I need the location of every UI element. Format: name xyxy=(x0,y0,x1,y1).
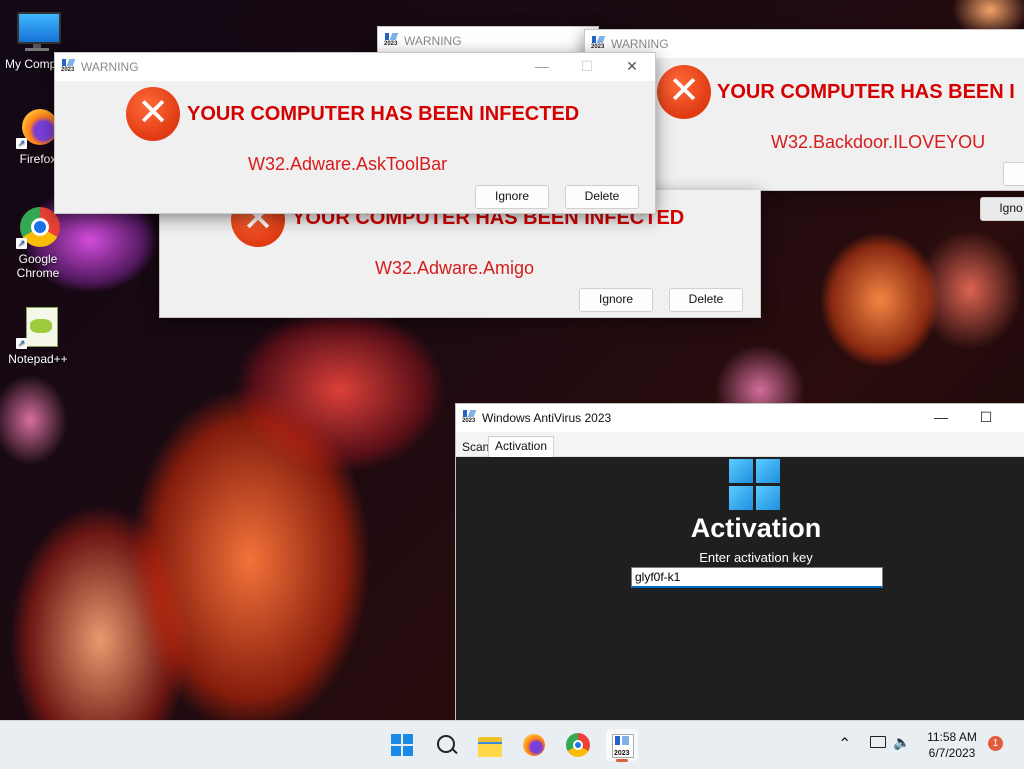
firefox-icon[interactable] xyxy=(518,729,550,761)
shortcut-arrow-icon: ↗ xyxy=(16,138,27,149)
notepadpp-icon: ↗ xyxy=(16,305,60,349)
antivirus-2023-icon: 2023 xyxy=(591,36,606,51)
activation-heading: Activation xyxy=(690,513,822,543)
warning-dialog-1[interactable]: 2023 WARNING — ☐ ✕ ✕ YOUR COMPUTER HAS B… xyxy=(54,52,656,214)
start-icon[interactable] xyxy=(386,729,418,761)
tab-activation[interactable]: Activation xyxy=(488,436,555,457)
maximize-button[interactable]: ☐ xyxy=(565,53,609,81)
antivirus-2023-icon: 2023 xyxy=(462,410,477,425)
search-icon[interactable] xyxy=(430,729,462,761)
file-explorer-icon[interactable] xyxy=(474,729,506,761)
ignore-button[interactable]: Ignore xyxy=(475,185,549,209)
monitor-icon xyxy=(15,10,61,54)
minimize-button[interactable]: — xyxy=(919,404,963,432)
tab-bar: Scan Activation xyxy=(456,432,1024,457)
notification-badge[interactable]: 1 xyxy=(988,736,1003,751)
activation-panel: Activation Enter activation key xyxy=(456,457,1024,722)
titlebar[interactable]: 2023 WARNING xyxy=(378,27,598,55)
volume-icon[interactable]: 🔈 xyxy=(893,734,910,751)
activation-prompt: Enter activation key xyxy=(699,550,813,565)
antivirus-window[interactable]: 2023 Windows AntiVirus 2023 — ☐ Scan Act… xyxy=(455,403,1024,723)
infection-headline: YOUR COMPUTER HAS BEEN I xyxy=(717,81,1015,103)
delete-button[interactable]: Delete xyxy=(669,288,743,312)
delete-button-partial[interactable] xyxy=(1003,162,1024,186)
antivirus-2023-icon: 2023 xyxy=(384,33,399,48)
window-title: WARNING xyxy=(81,60,139,74)
antivirus-2023-icon: 2023 xyxy=(61,59,76,74)
system-clock[interactable]: 11:58 AM 6/7/2023 xyxy=(920,729,984,761)
error-x-icon: ✕ xyxy=(126,87,180,141)
desktop-icon-notepad-plus-plus[interactable]: ↗ Notepad++ xyxy=(6,305,70,366)
maximize-button[interactable]: ☐ xyxy=(964,404,1008,432)
window-title: WARNING xyxy=(404,34,462,48)
activation-key-input[interactable] xyxy=(631,567,883,588)
network-icon[interactable] xyxy=(870,736,886,748)
ignore-button[interactable]: Ignore xyxy=(579,288,653,312)
close-button[interactable]: ✕ xyxy=(610,53,654,81)
window-title: Windows AntiVirus 2023 xyxy=(482,411,612,425)
desktop-icon-label: Notepad++ xyxy=(8,352,68,366)
chrome-icon[interactable] xyxy=(562,729,594,761)
threat-name: W32.Adware.Amigo xyxy=(375,258,535,278)
titlebar[interactable]: 2023 WARNING — ☐ ✕ xyxy=(55,53,655,81)
ignore-button-partial[interactable]: Igno xyxy=(980,197,1024,221)
minimize-button[interactable]: — xyxy=(520,53,564,81)
shortcut-arrow-icon: ↗ xyxy=(16,338,27,349)
desktop-icon-google-chrome[interactable]: ↗ Google Chrome xyxy=(6,205,70,280)
infection-headline: YOUR COMPUTER HAS BEEN INFECTED xyxy=(187,103,580,125)
delete-button[interactable]: Delete xyxy=(565,185,639,209)
threat-name: W32.Adware.AskToolBar xyxy=(248,154,448,174)
threat-name: W32.Backdoor.ILOVEYOU xyxy=(771,132,986,152)
antivirus-2023-icon[interactable]: 2023 xyxy=(606,729,638,762)
windows-logo-icon xyxy=(729,459,781,511)
titlebar[interactable]: 2023 Windows AntiVirus 2023 — ☐ xyxy=(456,404,1024,432)
show-hidden-icons-chevron-icon[interactable]: ⌃ xyxy=(838,734,851,754)
shortcut-arrow-icon: ↗ xyxy=(16,238,27,249)
clock-date: 6/7/2023 xyxy=(928,746,976,760)
clock-time: 11:58 AM xyxy=(927,730,977,744)
window-title: WARNING xyxy=(611,37,669,51)
taskbar: 2023 ⌃ 🔈 11:58 AM 6/7/2023 xyxy=(0,720,1024,769)
desktop-icon-label: Google Chrome xyxy=(16,252,60,280)
error-x-icon: ✕ xyxy=(657,65,711,119)
